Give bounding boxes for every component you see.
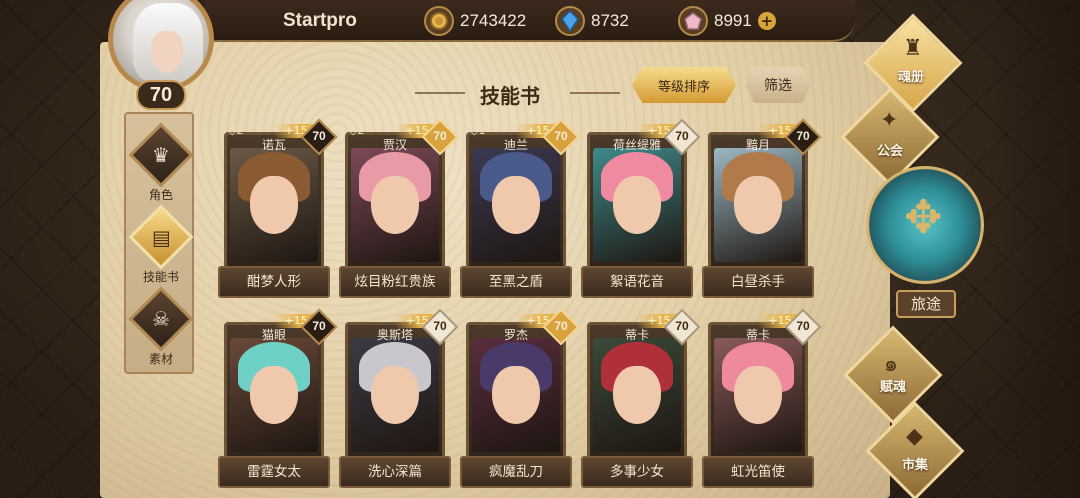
crystal-amount: 8732 [591,11,629,30]
hero-portrait [472,148,560,262]
title-flourish-right [570,92,620,94]
soul-book-button[interactable]: ♜ 魂册 [858,13,968,113]
left-nav: ♛ 角色 ▤ 技能书 ☠ 素材 [124,112,194,374]
hero-portrait [472,338,560,452]
card-level: 70 [796,319,810,333]
nav-gem-skillbook: ▤ [128,204,194,270]
player-level-badge: 70 [136,80,186,110]
card-level: 70 [312,319,326,333]
player-avatar-group[interactable]: 70 [100,0,222,110]
crystal-icon [555,6,585,36]
card-level: 70 [675,129,689,143]
avatar[interactable] [108,0,214,92]
skill-card[interactable]: 蒂卡 多事少女 +15 70 [581,308,701,490]
skill-name: 虹光笛使 [702,456,814,488]
gem-icon: ◆ [906,424,923,449]
card-level: 70 [433,319,447,333]
hero-portrait [230,148,318,262]
star-count: ◇2 [228,124,244,137]
gem-resource: 8991 + [678,6,776,36]
skull-icon: ☠ [152,307,170,331]
soul-bestow-label: 赋魂 [880,380,907,395]
skill-name: 酣梦人形 [218,266,330,298]
gold-resource: 2743422 [424,6,526,36]
gold-coin-icon [424,6,454,36]
skill-name: 白昼杀手 [702,266,814,298]
card-level: 70 [554,319,568,333]
skill-card[interactable]: 贾汉 炫目粉红贵族 ◇2 +15 70 [339,118,459,300]
skill-name: 疯魔乱刀 [460,456,572,488]
skill-card[interactable]: 蒂卡 虹光笛使 +15 70 [702,308,822,490]
skill-name: 至黑之盾 [460,266,572,298]
hero-portrait [714,148,802,262]
journey-label: 旅途 [896,290,956,318]
skill-card[interactable]: 诺瓦 酣梦人形 ◇2 +15 70 [218,118,338,300]
pink-gem-icon [678,6,708,36]
guild-label: 公会 [877,144,904,159]
card-level: 70 [433,129,447,143]
skill-card[interactable]: 迪兰 至黑之盾 ◇1 +15 70 [460,118,580,300]
card-level: 70 [554,129,568,143]
market-button[interactable]: ◆ 市集 [860,401,970,498]
nav-label-materials: 素材 [148,352,173,366]
right-frame [990,0,1080,498]
card-level: 70 [796,129,810,143]
nav-label-skillbook: 技能书 [142,270,179,284]
nav-label-character: 角色 [148,188,173,202]
market-gem [865,401,965,498]
nav-gem-character: ♛ [128,122,194,188]
skill-name: 多事少女 [581,456,693,488]
nav-item-character[interactable]: ♛ 角色 [126,122,196,203]
sort-by-level-button[interactable]: 等级排序 [632,67,736,103]
add-gem-button[interactable]: + [757,12,776,30]
skill-card[interactable]: 罗杰 疯魔乱刀 +15 70 [460,308,580,490]
card-level: 70 [675,319,689,333]
gold-amount: 2743422 [460,11,527,30]
page-title: 技能书 [480,84,540,108]
title-flourish-left [415,92,465,94]
hero-portrait [593,148,681,262]
skill-name: 雷霆女太 [218,456,330,488]
soul-bestow-button[interactable]: ๑ 赋魂 [838,325,948,425]
skill-name: 洗心深篇 [339,456,451,488]
hero-portrait [230,338,318,452]
hero-portrait [351,148,439,262]
skill-name: 炫目粉红贵族 [339,266,451,298]
nav-item-skillbook[interactable]: ▤ 技能书 [126,204,196,285]
star-count: ◇2 [349,124,365,137]
book-icon: ▤ [151,225,171,249]
helmet-icon: ♛ [152,143,170,167]
skill-card[interactable]: 猫眼 雷霆女太 +15 70 [218,308,338,490]
market-label: 市集 [902,458,929,473]
nav-gem-materials: ☠ [128,286,194,352]
skill-card[interactable]: 奥斯塔 洗心深篇 +15 70 [339,308,459,490]
crystal-resource: 8732 [555,6,629,36]
skill-card[interactable]: 荷丝缇雅 絮语花音 +15 70 [581,118,701,300]
card-level: 70 [312,129,326,143]
skill-name: 絮语花音 [581,266,693,298]
player-name[interactable]: Startpro [283,10,357,32]
hero-portrait [593,338,681,452]
star-count: ◇1 [470,124,486,137]
dragon-icon: ✦ [880,108,899,133]
filter-button[interactable]: 筛选 [745,67,811,103]
journey-button[interactable]: ✥ 旅途 [866,166,986,326]
hero-portrait [351,338,439,452]
soul-book-label: 魂册 [898,70,925,85]
hero-portrait [714,338,802,452]
journey-emblem-icon: ✥ [904,190,943,244]
nav-item-materials[interactable]: ☠ 素材 [126,286,196,367]
skill-card[interactable]: 黯月 白昼杀手 +15 70 [702,118,822,300]
gem-amount: 8991 [714,11,752,30]
armor-icon: ♜ [903,36,923,61]
